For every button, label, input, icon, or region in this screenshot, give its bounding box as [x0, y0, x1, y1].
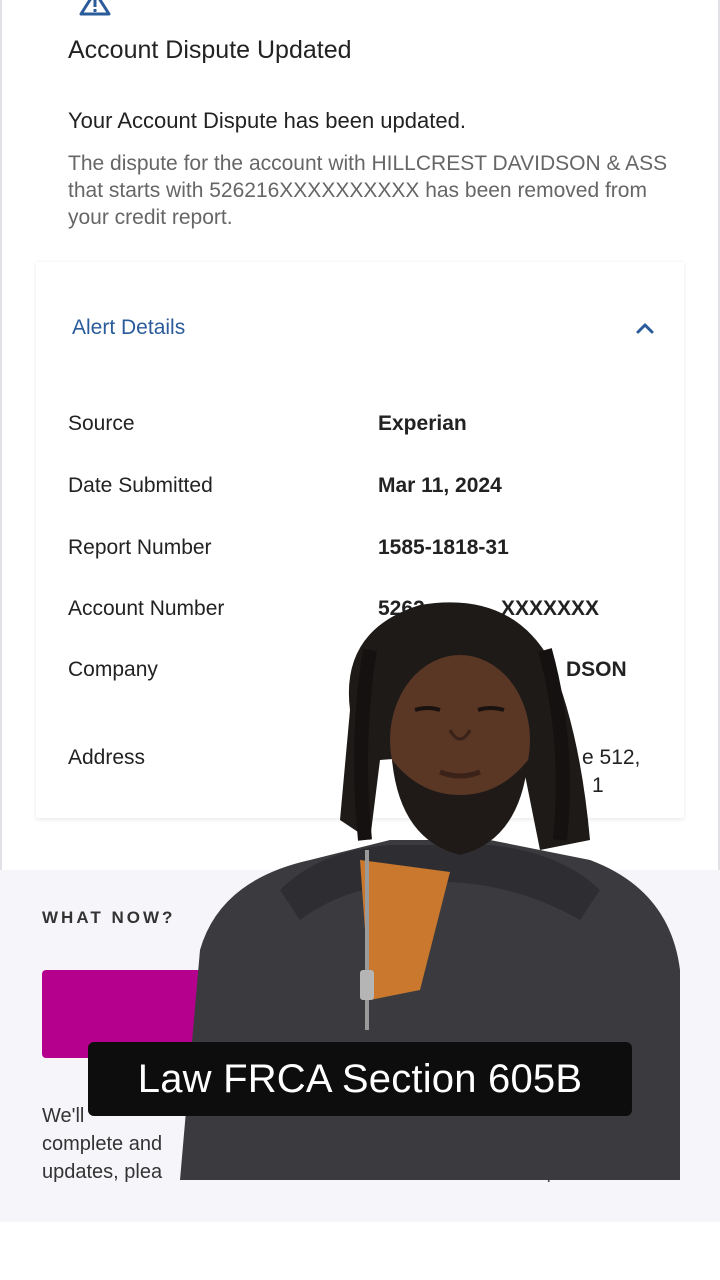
bottom-spacer: [0, 1222, 720, 1280]
detail-value: 1585-1818-31: [378, 536, 509, 559]
detail-value: Mar 11, 2024: [378, 474, 502, 497]
detail-row-date-submitted: Date Submitted Mar 11, 2024: [36, 474, 684, 514]
alert-details-toggle[interactable]: Alert Details: [36, 262, 684, 392]
alert-title: Account Dispute Updated: [68, 36, 352, 64]
caption-text: Law FRCA Section 605B: [137, 1056, 583, 1101]
alert-card: Account Dispute Updated Your Account Dis…: [36, 0, 684, 258]
notify-line-start: updates, plea: [42, 1161, 163, 1183]
warning-icon: [79, 0, 111, 16]
detail-value: Experian: [378, 412, 467, 435]
alert-body: The dispute for the account with HILLCRE…: [68, 152, 668, 229]
detail-label: Source: [68, 412, 135, 435]
detail-label: Date Submitted: [68, 474, 213, 497]
detail-label: Report Number: [68, 536, 212, 559]
alert-subtitle: Your Account Dispute has been updated.: [68, 108, 466, 133]
frame-edge-left: [0, 0, 2, 870]
what-now-title: WHAT NOW?: [42, 908, 176, 927]
detail-label: Address: [68, 746, 146, 769]
video-caption: Law FRCA Section 605B: [88, 1042, 632, 1116]
detail-row-report-number: Report Number 1585-1818-31: [36, 536, 684, 576]
alert-details-title: Alert Details: [72, 316, 186, 339]
chevron-up-icon[interactable]: [634, 320, 656, 336]
detail-label: Company: [68, 658, 158, 681]
detail-row-source: Source Experian: [36, 412, 684, 452]
